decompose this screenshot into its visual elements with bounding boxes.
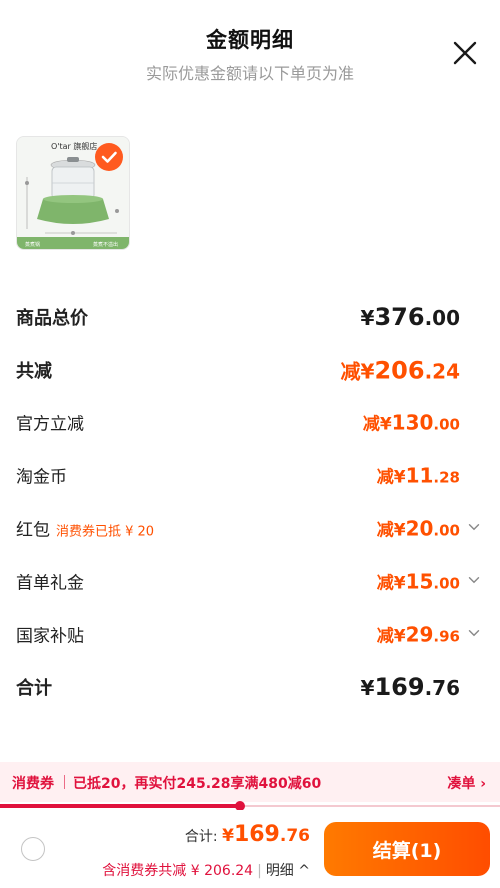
progress-fill <box>0 804 240 808</box>
row-official-discount: 官方立减 减¥130.00 <box>16 402 482 442</box>
sheet-subtitle: 实际优惠金额请以下单页为准 <box>145 64 354 83</box>
amount-int: 130 <box>391 410 434 435</box>
reduce-prefix: 减 <box>376 467 394 488</box>
divider <box>64 775 65 789</box>
coupon-message: 已抵20，再实付245.28享满480减60 <box>73 776 322 792</box>
currency-symbol: ¥ <box>360 359 375 384</box>
row-taobao-coins: 淘金币 减¥11.28 <box>16 455 482 495</box>
selected-check-badge <box>95 143 123 171</box>
row-amount: ¥169.76 <box>361 673 460 701</box>
currency-symbol: ¥ <box>222 826 234 846</box>
row-amount: 减¥29.96 <box>377 622 460 647</box>
amount-dec: .00 <box>433 521 460 540</box>
row-subtotal: 商品总价 ¥376.00 <box>16 297 482 337</box>
footer-summary: 含消费券共减 ¥ 206.24 | 明细 ^ <box>102 860 310 880</box>
amount-int: 206 <box>374 356 425 385</box>
price-detail-sheet: 金额明细 实际优惠金额请以下单页为准 O'tar 旗舰店 蒸煮锅 蒸煮不溢出 商… <box>0 0 500 888</box>
add-items-link[interactable]: 凑单 › <box>447 773 486 793</box>
select-all-radio[interactable] <box>21 837 45 861</box>
row-label: 官方立减 <box>16 414 84 435</box>
reduce-prefix: 减 <box>376 520 394 541</box>
row-amount: ¥376.00 <box>361 303 460 331</box>
reduce-prefix: 减 <box>362 414 380 435</box>
amount-dec: .24 <box>424 359 460 384</box>
coupon-progress-bar <box>0 801 500 811</box>
reduce-prefix: 减 <box>340 359 361 384</box>
currency-symbol: ¥ <box>393 520 406 541</box>
coupon-promo-bar[interactable]: 消费券 已抵20，再实付245.28享满480减60 凑单 › <box>0 762 500 802</box>
row-label: 合计 <box>16 678 52 699</box>
divider: | <box>257 863 262 879</box>
row-label: 共减 <box>16 361 52 382</box>
close-icon[interactable] <box>452 40 478 66</box>
reduce-prefix: 减 <box>376 573 394 594</box>
check-icon <box>101 151 117 163</box>
amount-dec: .76 <box>279 826 310 846</box>
brand-logo: O'tar 旗舰店 <box>51 141 97 151</box>
amount-dec: .00 <box>424 306 460 330</box>
amount-dec: .00 <box>433 415 460 434</box>
reduce-prefix: 减 <box>376 626 394 647</box>
amount-dec: .96 <box>433 627 460 646</box>
row-label: 淘金币 <box>16 467 67 488</box>
footer-total: 合计: ¥169.76 <box>185 822 310 847</box>
row-national-subsidy[interactable]: 国家补贴 减¥29.96 <box>16 614 482 654</box>
amount-dec: .00 <box>433 574 460 593</box>
amount-int: 169 <box>374 673 425 701</box>
chevron-down-icon[interactable] <box>468 627 480 639</box>
amount-dec: .28 <box>433 468 460 487</box>
amount-int: 29 <box>405 622 434 647</box>
row-first-order-gift[interactable]: 首单礼金 减¥15.00 <box>16 561 482 601</box>
detail-toggle[interactable]: 明细 ^ <box>266 863 310 879</box>
amount-int: 376 <box>374 303 425 331</box>
row-amount: 减¥15.00 <box>377 569 460 594</box>
currency-symbol: ¥ <box>393 573 406 594</box>
row-amount: 减¥11.28 <box>377 463 460 488</box>
chevron-down-icon[interactable] <box>468 521 480 533</box>
amount-int: 11 <box>405 463 434 488</box>
amount-int: 20 <box>405 516 434 541</box>
chevron-down-icon[interactable] <box>468 574 480 586</box>
caption-right: 蒸煮不溢出 <box>93 241 118 248</box>
row-label-text: 红包 <box>16 520 50 541</box>
row-total-discount: 共减 减¥206.24 <box>16 350 482 390</box>
row-label: 红包 消费券已抵 ¥ 20 <box>16 516 154 541</box>
row-label: 首单礼金 <box>16 573 84 594</box>
caption-left: 蒸煮锅 <box>25 241 40 248</box>
currency-symbol: ¥ <box>360 676 375 700</box>
row-amount: 减¥206.24 <box>341 356 460 385</box>
row-red-packet[interactable]: 红包 消费券已抵 ¥ 20 减¥20.00 <box>16 508 482 548</box>
amount-dec: .76 <box>424 676 460 700</box>
checkout-button[interactable]: 结算(1) <box>324 822 490 876</box>
footer-total-amount: ¥169.76 <box>222 822 310 847</box>
coupon-applied-tag: 消费券已抵 ¥ 20 <box>56 524 155 540</box>
currency-symbol: ¥ <box>360 306 375 330</box>
coupon-name: 消费券 <box>12 776 54 792</box>
amount-int: 169 <box>233 822 280 847</box>
sheet-title: 金额明细 <box>206 28 294 52</box>
currency-symbol: ¥ <box>393 626 406 647</box>
currency-symbol: ¥ <box>379 414 392 435</box>
sheet-header: 金额明细 实际优惠金额请以下单页为准 <box>0 0 500 100</box>
row-total: 合计 ¥169.76 <box>16 667 482 707</box>
footer-discount-summary: 含消费券共减 ¥ 206.24 <box>102 863 254 879</box>
row-amount: 减¥20.00 <box>377 516 460 541</box>
row-label: 国家补贴 <box>16 626 84 647</box>
product-thumbnail[interactable]: O'tar 旗舰店 蒸煮锅 蒸煮不溢出 <box>16 136 130 250</box>
checkout-footer: 合计: ¥169.76 含消费券共减 ¥ 206.24 | 明细 ^ 结算(1) <box>0 810 500 888</box>
amount-int: 15 <box>405 569 434 594</box>
row-label: 商品总价 <box>16 308 88 329</box>
row-amount: 减¥130.00 <box>363 410 460 435</box>
footer-total-label: 合计: <box>184 829 223 845</box>
currency-symbol: ¥ <box>393 467 406 488</box>
